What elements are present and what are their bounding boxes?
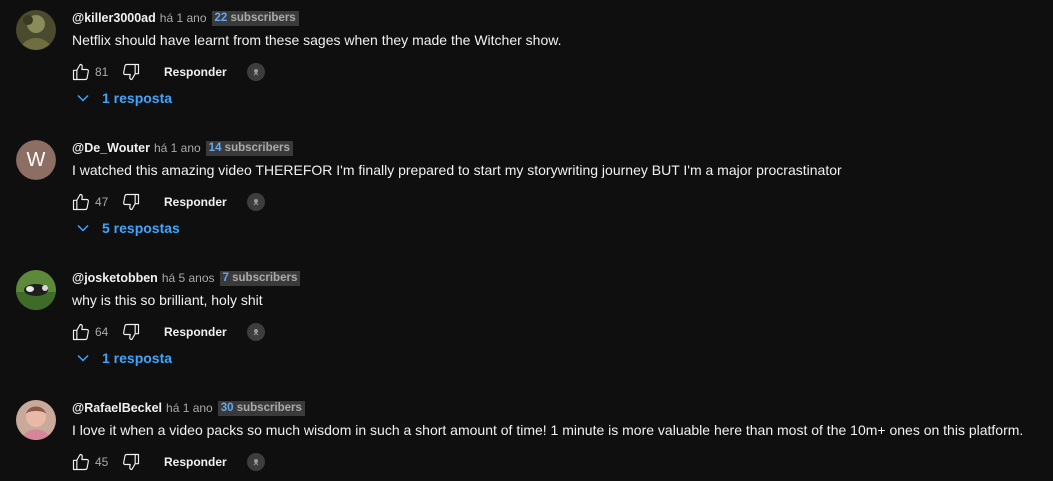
comment-actions: 45 Responder [70,450,265,474]
reply-button[interactable]: Responder [164,65,227,79]
author-name[interactable]: @josketobben [72,271,158,285]
avatar[interactable]: W [16,140,56,180]
creator-heart-icon[interactable] [246,63,265,81]
comment-header: @killer3000ad há 1 ano 22 subscribers [72,10,299,26]
reply-button[interactable]: Responder [164,455,227,469]
like-count: 45 [95,455,109,469]
creator-heart-icon[interactable] [246,323,265,341]
comment-text: I watched this amazing video THEREFOR I'… [72,162,842,178]
dislike-button[interactable] [120,61,142,83]
thumbs-up-icon [72,323,89,341]
comment-time[interactable]: há 1 ano [166,401,213,415]
comment-time[interactable]: há 5 anos [162,271,215,285]
thumbs-up-icon [72,63,89,81]
subscriber-count: 30 [220,401,234,414]
subscriber-label: subscribers [230,11,296,24]
creator-heart-icon[interactable] [246,453,265,471]
replies-label[interactable]: 5 respostas [102,220,180,236]
comment-time[interactable]: há 1 ano [160,11,207,25]
like-button[interactable] [70,61,92,83]
comment-actions: 81 Responder [70,60,265,84]
subscriber-badge: 22 subscribers [211,10,299,26]
thumbs-down-icon [123,323,140,341]
comment-actions: 47 Responder [70,190,265,214]
avatar[interactable] [16,400,56,440]
subscriber-count: 22 [214,11,228,24]
comments-section: @killer3000ad há 1 ano 22 subscribers Ne… [0,0,1053,481]
comment-thread: W @De_Wouter há 1 ano 14 subscribers I w… [0,130,1053,260]
comment-thread: @josketobben há 5 anos 7 subscribers why… [0,260,1053,390]
subscriber-label: subscribers [224,141,290,154]
like-button[interactable] [70,321,92,343]
chevron-down-icon [77,224,89,232]
like-button[interactable] [70,191,92,213]
subscriber-label: subscribers [232,271,298,284]
author-name[interactable]: @De_Wouter [72,141,150,155]
comment-header: @RafaelBeckel há 1 ano 30 subscribers [72,400,305,416]
like-count: 81 [95,65,109,79]
comment-thread: @RafaelBeckel há 1 ano 30 subscribers I … [0,390,1053,481]
dislike-button[interactable] [120,191,142,213]
comment-header: @De_Wouter há 1 ano 14 subscribers [72,140,293,156]
author-name[interactable]: @RafaelBeckel [72,401,162,415]
thumbs-down-icon [123,63,140,81]
subscriber-label: subscribers [236,401,302,414]
comment-thread: @killer3000ad há 1 ano 22 subscribers Ne… [0,0,1053,130]
reply-button[interactable]: Responder [164,325,227,339]
like-button[interactable] [70,451,92,473]
thumbs-up-icon [72,193,89,211]
thumbs-down-icon [123,193,140,211]
author-name[interactable]: @killer3000ad [72,11,156,25]
subscriber-badge: 7 subscribers [219,270,301,286]
subscriber-count: 14 [208,141,222,154]
like-count: 64 [95,325,109,339]
creator-heart-icon[interactable] [246,193,265,211]
dislike-button[interactable] [120,321,142,343]
comment-header: @josketobben há 5 anos 7 subscribers [72,270,301,286]
comment-text: why is this so brilliant, holy shit [72,292,263,308]
subscriber-badge: 30 subscribers [217,400,305,416]
comment-text: Netflix should have learnt from these sa… [72,32,562,48]
subscriber-count: 7 [222,271,229,284]
view-replies-button[interactable]: 5 respostas [76,217,180,239]
thumbs-down-icon [123,453,140,471]
avatar[interactable] [16,10,56,50]
chevron-down-icon [77,94,89,102]
subscriber-badge: 14 subscribers [205,140,293,156]
avatar-letter: W [16,140,56,180]
replies-label[interactable]: 1 resposta [102,350,172,366]
comment-actions: 64 Responder [70,320,265,344]
dislike-button[interactable] [120,451,142,473]
comment-time[interactable]: há 1 ano [154,141,201,155]
comment-text: I love it when a video packs so much wis… [72,422,1024,438]
chevron-down-icon [77,354,89,362]
thumbs-up-icon [72,453,89,471]
reply-button[interactable]: Responder [164,195,227,209]
view-replies-button[interactable]: 1 resposta [76,87,172,109]
view-replies-button[interactable]: 1 resposta [76,347,172,369]
avatar[interactable] [16,270,56,310]
like-count: 47 [95,195,109,209]
replies-label[interactable]: 1 resposta [102,90,172,106]
